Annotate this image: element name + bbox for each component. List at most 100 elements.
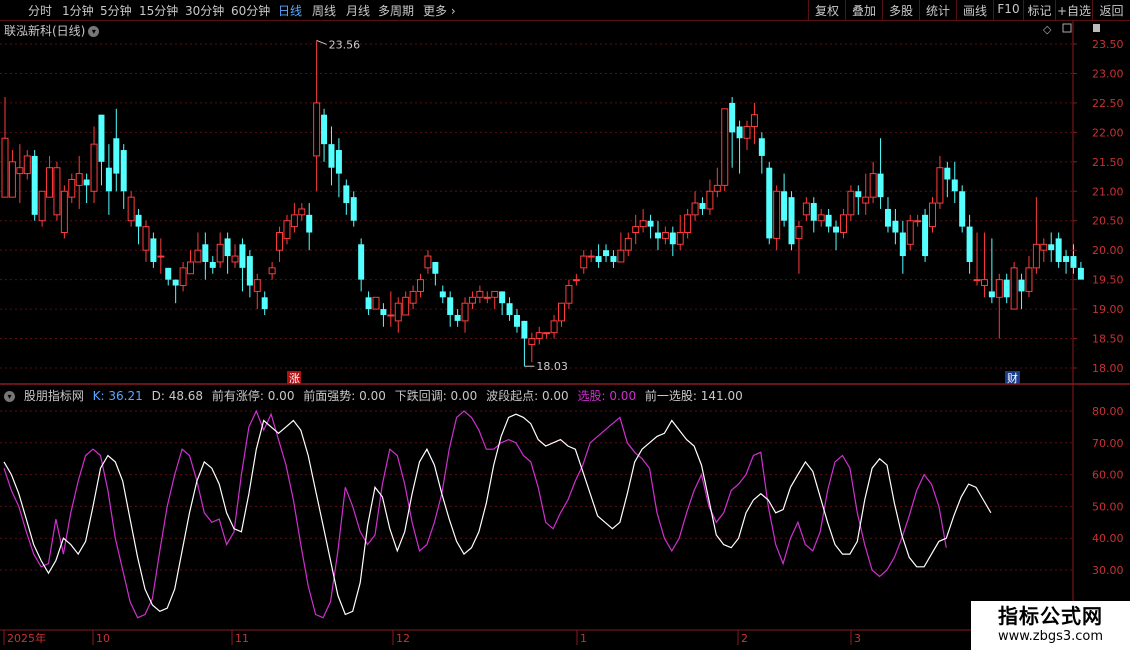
time-tick-3: 12 xyxy=(396,632,410,645)
price-tick-1: 23.00 xyxy=(1092,67,1124,80)
period-tab-0[interactable]: 分时 xyxy=(28,2,52,19)
candle xyxy=(833,220,840,251)
chevron-down-icon[interactable]: ▾ xyxy=(88,26,100,37)
candle xyxy=(60,185,68,239)
price-tick-3: 22.00 xyxy=(1092,126,1124,139)
candle xyxy=(306,203,313,251)
candle xyxy=(23,150,31,180)
toolbar-button-6[interactable]: 标记 xyxy=(1023,0,1055,20)
candle xyxy=(328,126,335,186)
period-tab-6[interactable]: 日线 xyxy=(278,2,302,19)
candle xyxy=(1025,256,1033,298)
candle xyxy=(1070,244,1077,274)
candle xyxy=(499,291,506,315)
candle xyxy=(773,185,781,251)
field-0: 前有涨停: 0.00 xyxy=(211,389,295,403)
candle xyxy=(906,214,914,251)
candle xyxy=(1,97,9,198)
candle xyxy=(506,297,513,321)
price-tick-11: 18.00 xyxy=(1092,362,1124,375)
watermark-title: 指标公式网 xyxy=(998,604,1103,628)
candle xyxy=(1032,197,1040,274)
candle xyxy=(713,167,721,198)
candle xyxy=(617,232,625,263)
candle xyxy=(313,40,321,192)
toolbar-button-5[interactable]: F10 xyxy=(993,0,1023,20)
time-tick-0: 2025年 xyxy=(7,631,46,645)
candle xyxy=(535,326,543,345)
candle xyxy=(684,208,692,239)
candle xyxy=(476,285,484,304)
period-tab-9[interactable]: 多周期 xyxy=(378,2,414,19)
chevron-down-icon[interactable]: ▾ xyxy=(4,391,15,402)
watermark-url: www.zbgs3.com xyxy=(997,629,1104,644)
toolbar-button-2[interactable]: 多股 xyxy=(882,0,919,20)
candle xyxy=(216,232,224,268)
candle xyxy=(491,290,499,310)
candle xyxy=(721,108,729,192)
period-tab-2[interactable]: 5分钟 xyxy=(100,2,132,19)
high-label: 23.56 xyxy=(329,38,361,51)
toolbar-button-1[interactable]: 叠加 xyxy=(845,0,882,20)
candle xyxy=(951,161,958,204)
indicator-tick-2: 60.00 xyxy=(1092,469,1124,482)
candle xyxy=(402,291,410,316)
candle xyxy=(394,297,402,333)
candle xyxy=(90,126,98,204)
kline-chart[interactable]: 23.50 23.00 22.50 22.00 21.50 21.00 20.50 20.00… xyxy=(0,0,1130,650)
candle xyxy=(409,285,417,310)
period-tab-5[interactable]: 60分钟 xyxy=(231,2,270,19)
toolbar-button-4[interactable]: 画线 xyxy=(956,0,993,20)
candle xyxy=(743,120,751,151)
candle xyxy=(980,232,988,298)
limit-up-marker[interactable]: 涨 xyxy=(287,371,301,385)
candle xyxy=(424,250,432,274)
candle xyxy=(706,179,714,215)
candle xyxy=(298,203,306,221)
candle xyxy=(179,261,187,292)
candle xyxy=(350,191,357,227)
candle xyxy=(1077,261,1084,280)
candle xyxy=(31,150,38,221)
period-tab-3[interactable]: 15分钟 xyxy=(139,2,178,19)
candle xyxy=(83,173,90,204)
candle xyxy=(699,197,706,215)
period-tab-4[interactable]: 30分钟 xyxy=(185,2,224,19)
candle xyxy=(869,161,877,204)
candle xyxy=(966,214,973,274)
candle xyxy=(528,332,536,363)
candle xyxy=(261,291,268,315)
period-tab-7[interactable]: 周线 xyxy=(312,2,336,19)
time-tick-4: 1 xyxy=(580,632,587,645)
watermark: 指标公式网 www.zbgs3.com xyxy=(971,601,1130,650)
candle xyxy=(1063,250,1070,274)
candle xyxy=(639,208,647,233)
candle xyxy=(165,267,172,286)
k-value: K: 36.21 xyxy=(92,389,143,403)
period-tab-10[interactable]: 更多 › xyxy=(423,2,456,19)
candle xyxy=(729,97,736,168)
indicator-tick-5: 30.00 xyxy=(1092,564,1124,577)
candle xyxy=(632,214,640,245)
candle xyxy=(788,191,795,251)
panel-toggle-icon[interactable] xyxy=(1093,24,1100,32)
toolbar-button-7[interactable]: +自选 xyxy=(1055,0,1092,20)
toolbar-button-3[interactable]: 统计 xyxy=(919,0,956,20)
xuangu-value: 选股: 0.00 xyxy=(577,389,637,403)
candle xyxy=(855,185,862,215)
finance-marker[interactable]: 财 xyxy=(1005,371,1020,385)
chart-title: 联泓新科(日线) ▾ xyxy=(4,22,100,39)
period-tab-8[interactable]: 月线 xyxy=(346,2,370,19)
period-tab-1[interactable]: 1分钟 xyxy=(62,2,94,19)
indicator-tick-3: 50.00 xyxy=(1092,500,1124,513)
k-line xyxy=(3,413,992,616)
price-tick-0: 23.50 xyxy=(1092,38,1124,51)
candle xyxy=(439,285,446,304)
candle xyxy=(157,238,165,274)
indicator-name[interactable]: 股朋指标网 xyxy=(24,389,84,403)
toolbar-button-8[interactable]: 返回 xyxy=(1092,0,1130,20)
diamond-icon[interactable]: ◇ xyxy=(1043,23,1052,36)
window-restore-icon[interactable] xyxy=(1062,23,1072,33)
candle xyxy=(209,256,216,274)
toolbar-button-0[interactable]: 复权 xyxy=(808,0,845,20)
